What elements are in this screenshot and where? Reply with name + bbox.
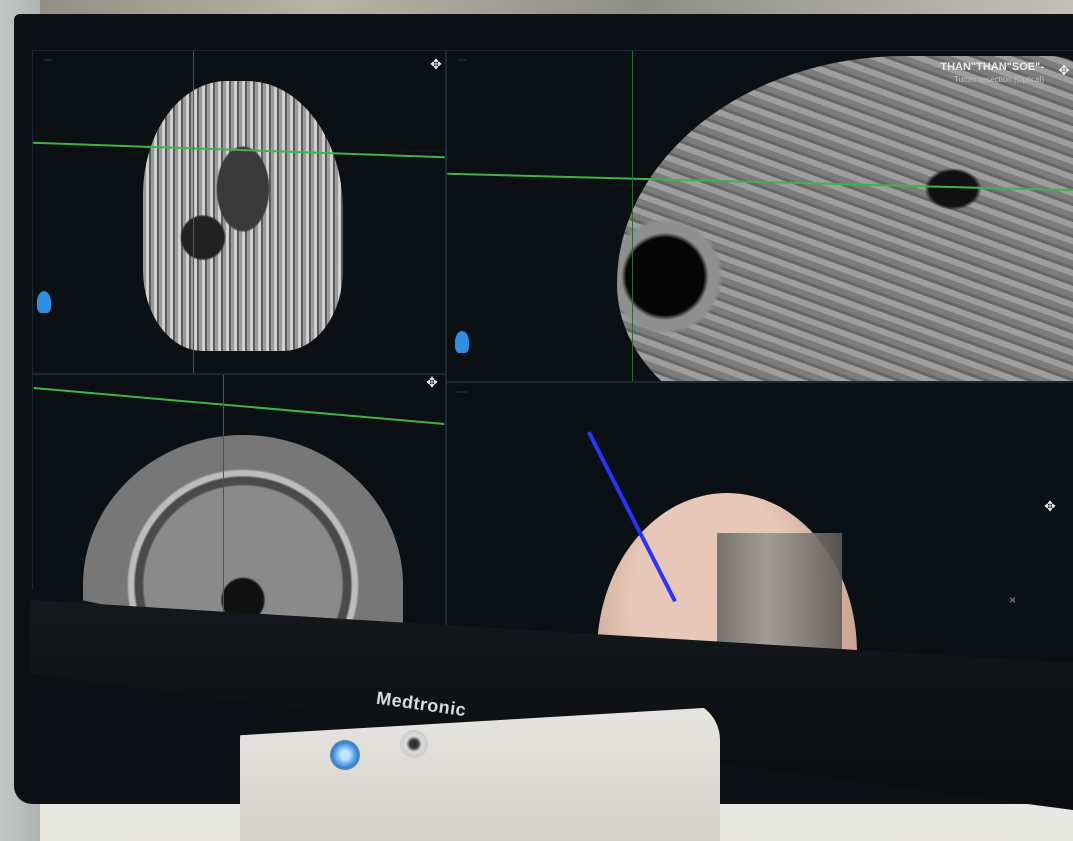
power-button[interactable] <box>330 740 360 770</box>
view-label[interactable] <box>457 391 467 393</box>
crosshair-vertical <box>632 51 633 381</box>
crosshair-horizontal <box>33 387 445 425</box>
camera-button[interactable] <box>400 730 428 758</box>
move-icon[interactable]: ✥ <box>1057 63 1071 77</box>
head-orientation-icon[interactable] <box>37 291 51 313</box>
head-orientation-icon[interactable] <box>455 331 469 353</box>
procedure-title: THAN"THAN"SOE"- <box>940 61 1044 73</box>
procedure-subtitle: Tumor resection (Optical) <box>954 75 1044 84</box>
axial-scan-image <box>143 81 343 351</box>
move-icon[interactable]: ✥ <box>429 57 443 71</box>
view-label[interactable] <box>457 59 467 61</box>
sagittal-scan-image <box>617 56 1073 381</box>
move-icon[interactable]: ✥ <box>1043 499 1057 513</box>
crosshair-vertical <box>193 51 194 373</box>
close-icon[interactable]: × <box>1009 593 1016 607</box>
move-icon[interactable]: ✥ <box>425 375 439 389</box>
axial-view-top[interactable]: ✥ <box>32 50 446 374</box>
view-label[interactable] <box>43 59 53 61</box>
sagittal-view[interactable]: THAN"THAN"SOE"- Tumor resection (Optical… <box>446 50 1073 382</box>
